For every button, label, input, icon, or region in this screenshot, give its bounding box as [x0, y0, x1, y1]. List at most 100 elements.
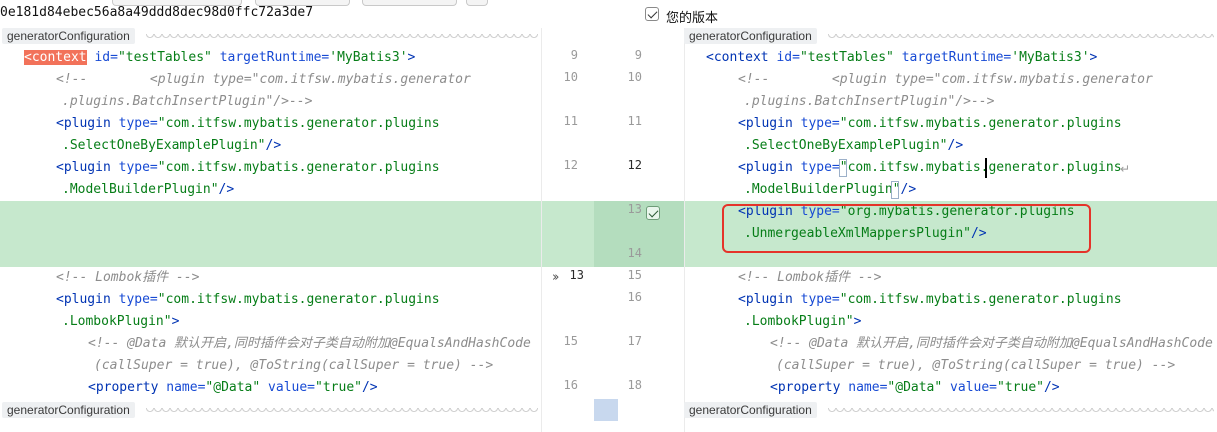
code-tag: />	[361, 380, 378, 395]
code-comment: <!-- @Data 默认开启,同时插件会对子类自动附加@EqualsAndHa…	[88, 336, 531, 351]
code-comment: .plugins.BatchInsertPlugin"/>-->	[62, 94, 313, 109]
code-tag: <plugin	[56, 160, 111, 175]
right-line-number: 15	[627, 268, 642, 282]
code-tag: <plugin	[738, 160, 793, 175]
code-line: .SelectOneByExamplePlugin"/>	[744, 135, 963, 157]
code-attr: value=	[268, 380, 316, 395]
code-line: .ModelBuilderPlugin"/>	[62, 179, 234, 201]
code-line: .LombokPlugin">	[744, 311, 861, 333]
right-line-number: 14	[627, 246, 642, 260]
right-line-number: 16	[627, 290, 642, 304]
your-version-checkbox[interactable]	[645, 7, 659, 21]
code-line: .LombokPlugin">	[62, 311, 179, 333]
panel-divider[interactable]	[684, 28, 685, 432]
code-string: .SelectOneByExamplePlugin"	[62, 138, 266, 153]
code-string: .SelectOneByExamplePlugin"	[744, 138, 948, 153]
code-string: "com.itfsw.mybatis.generator.plugins	[157, 292, 440, 307]
right-line-number: 17	[627, 334, 642, 348]
code-string: "@Data"	[887, 380, 943, 395]
double-chevron-right-icon[interactable]: ››	[552, 270, 560, 285]
code-tag: >	[1089, 50, 1098, 65]
code-tag: <context	[706, 50, 769, 65]
code-comment: <!-- <plugin type="com.itfsw.mybatis.gen…	[738, 72, 1153, 87]
code-tag: >	[853, 314, 862, 329]
context-tag: <context	[24, 50, 87, 65]
code-tag: />	[947, 138, 964, 153]
right-line-number: 13	[627, 202, 642, 216]
code-line: <plugin type="com.itfsw.mybatis.generato…	[56, 113, 440, 135]
insert-region-middle	[541, 201, 594, 267]
code-attr: name=	[166, 380, 206, 395]
left-line-number: 16	[563, 378, 578, 392]
breadcrumb-right-bottom[interactable]: generatorConfiguration	[684, 402, 817, 418]
left-line-number: 15	[563, 334, 578, 348]
left-line-number: 9	[570, 48, 578, 62]
code-attr: type=	[800, 292, 840, 307]
code-attr: type=	[800, 116, 840, 131]
left-line-number: 11	[563, 114, 578, 128]
code-tag: <property	[770, 380, 841, 395]
code-tag: >	[171, 314, 180, 329]
code-string: "@Data"	[205, 380, 261, 395]
code-line: <plugin type="com.itfsw.mybatis.generato…	[56, 289, 440, 311]
code-tag: <plugin	[738, 292, 793, 307]
code-comment: <!-- <plugin type="com.itfsw.mybatis.gen…	[56, 72, 471, 87]
code-line: <context id="testTables" targetRuntime='…	[706, 47, 1097, 69]
code-line: <plugin type="com.itfsw.mybatis.generato…	[738, 113, 1122, 135]
code-line: <plugin type="com.itfsw.mybatis.generato…	[738, 157, 1122, 179]
code-string: .LombokPlugin"	[62, 314, 172, 329]
right-line-number: 10	[627, 70, 642, 84]
breadcrumb-divider	[146, 34, 538, 40]
code-line: <plugin type="com.itfsw.mybatis.generato…	[738, 289, 1122, 311]
left-line-number: 13	[569, 268, 584, 282]
breadcrumb-divider	[146, 408, 538, 414]
code-tag: />	[265, 138, 282, 153]
code-tag: />	[1043, 380, 1060, 395]
code-tag: <property	[88, 380, 159, 395]
breadcrumb-left-top[interactable]: generatorConfiguration	[2, 28, 135, 44]
highlight-annotation-box	[722, 204, 1091, 253]
code-line: <context id="testTables" targetRuntime='…	[24, 47, 415, 69]
scroll-marker	[594, 399, 618, 421]
toolbar-button[interactable]	[362, 0, 457, 6]
code-attr: type=	[118, 116, 158, 131]
code-comment: (callSuper = true), @ToString(callSuper …	[776, 358, 1176, 373]
checkbox-icon[interactable]	[646, 206, 660, 220]
code-tag: <plugin	[56, 116, 111, 131]
code-string: "com.itfsw.mybatis.generator.plugins	[157, 160, 440, 175]
code-line: <plugin type="com.itfsw.mybatis.generato…	[56, 157, 440, 179]
breadcrumb-right-top[interactable]: generatorConfiguration	[684, 28, 817, 44]
code-attr: type=	[118, 160, 158, 175]
right-line-number: 18	[627, 378, 642, 392]
toolbar-button[interactable]	[255, 0, 350, 6]
code-string: "true"	[997, 380, 1044, 395]
code-comment: .plugins.BatchInsertPlugin"/>-->	[744, 94, 995, 109]
code-line: <property name="@Data" value="true"/>	[770, 377, 1060, 399]
right-line-number: 9	[634, 48, 642, 62]
breadcrumb-left-bottom[interactable]: generatorConfiguration	[2, 402, 135, 418]
code-comment: <!-- @Data 默认开启,同时插件会对子类自动附加@EqualsAndHa…	[770, 336, 1213, 351]
code-tag: />	[218, 182, 235, 197]
toolbar-button[interactable]	[466, 0, 488, 6]
code-tag: <plugin	[56, 292, 111, 307]
code-attr: targetRuntime=	[219, 50, 330, 65]
code-string: 'MyBatis3'	[329, 50, 408, 65]
code-string: "com.itfsw.mybatis.generator.plugins	[157, 116, 440, 131]
code-comment: <!-- Lombok插件 -->	[738, 270, 882, 285]
commit-hash: 0e181d84ebec56a8a49ddd8dec98d0ffc72a3de7	[0, 5, 314, 20]
left-line-number: 12	[563, 158, 578, 172]
code-string: "testTables"	[799, 50, 894, 65]
code-line: <property name="@Data" value="true"/>	[88, 377, 378, 399]
right-line-number: 12	[627, 158, 642, 172]
quote-highlight	[891, 181, 899, 199]
code-string: "com.itfsw.mybatis.generator.plugins	[839, 160, 1122, 175]
code-line: .SelectOneByExamplePlugin"/>	[62, 135, 281, 157]
panel-divider[interactable]	[541, 28, 542, 432]
code-string: "testTables"	[117, 50, 212, 65]
code-comment: (callSuper = true), @ToString(callSuper …	[94, 358, 494, 373]
soft-wrap-icon: ↵	[1120, 162, 1131, 176]
code-string: "true"	[315, 380, 362, 395]
right-line-number: 11	[627, 114, 642, 128]
code-attr: targetRuntime=	[901, 50, 1012, 65]
toolbar-button[interactable]	[112, 0, 242, 6]
